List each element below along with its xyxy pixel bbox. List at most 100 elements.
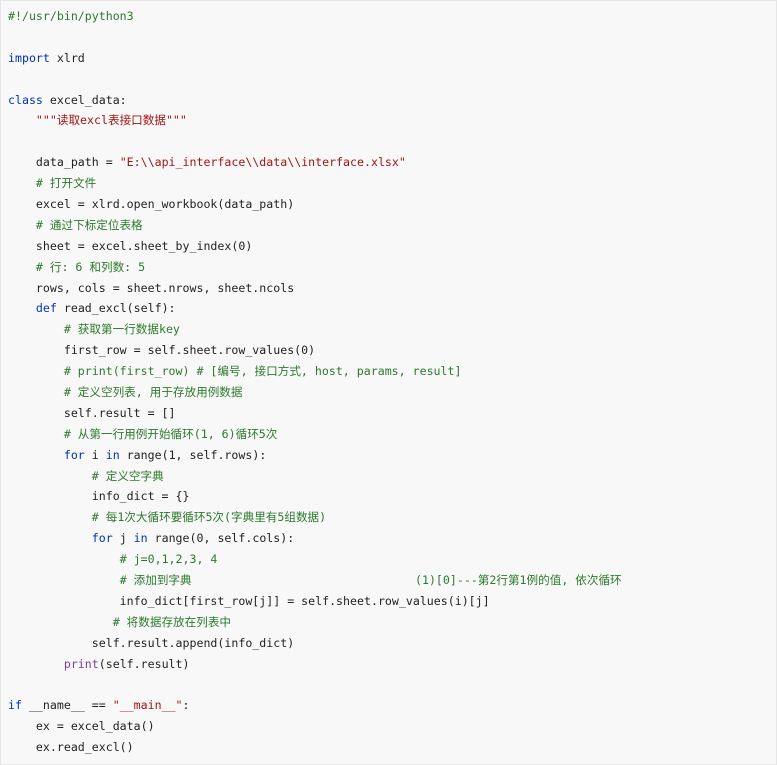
code-token: info_dict = {} bbox=[8, 489, 190, 504]
code-line: ex.read_excl() bbox=[8, 737, 776, 758]
code-token: # 定义空字典 bbox=[91, 468, 164, 483]
code-line: # 通过下标定位表格 bbox=[8, 215, 776, 236]
code-line: # j=0,1,2,3, 4 bbox=[8, 549, 776, 570]
code-line: info_dict = {} bbox=[8, 486, 776, 507]
code-line: for i in range(1, self.rows): bbox=[8, 445, 776, 466]
code-token: print bbox=[63, 656, 99, 671]
code-line: # 添加到字典 (1)[0]---第2行第1例的值, 依次循环 bbox=[8, 570, 776, 591]
code-token: for bbox=[91, 531, 113, 546]
code-line: # 从第一行用例开始循环(1, 6)循环5次 bbox=[8, 424, 776, 445]
code-line: # 获取第一行数据key bbox=[8, 319, 776, 340]
code-token: def bbox=[35, 301, 57, 316]
code-line: # 定义空字典 bbox=[8, 466, 776, 487]
code-token: # 将数据存放在列表中 bbox=[112, 614, 232, 629]
code-line: if __name__ == "__main__": bbox=[8, 695, 776, 716]
code-token: # 从第一行用例开始循环(1, 6)循环5次 bbox=[63, 426, 278, 441]
code-token: # 获取第一行数据key bbox=[63, 322, 180, 337]
code-token: read_excl(self): bbox=[56, 301, 176, 316]
code-line: # print(first_row) # [编号, 接口方式, host, pa… bbox=[8, 361, 776, 382]
code-token: excel = xlrd.open_workbook(data_path) bbox=[8, 197, 295, 212]
code-token: in bbox=[105, 447, 120, 462]
code-line: self.result.append(info_dict) bbox=[8, 633, 776, 654]
code-line: excel = xlrd.open_workbook(data_path) bbox=[8, 194, 776, 215]
code-line: #!/usr/bin/python3 bbox=[8, 6, 776, 27]
code-token: rows, cols = sheet.nrows, sheet.ncols bbox=[8, 280, 295, 295]
code-token: first_row = self.sheet.row_values(0) bbox=[8, 343, 316, 358]
code-line: # 每1次大循环要循环5次(字典里有5组数据) bbox=[8, 507, 776, 528]
code-token: self.result = [] bbox=[8, 405, 176, 420]
code-line: sheet = excel.sheet_by_index(0) bbox=[8, 236, 776, 257]
code-token: for bbox=[63, 447, 85, 462]
code-token: # j=0,1,2,3, 4 bbox=[119, 552, 218, 567]
code-line: # 定义空列表, 用于存放用例数据 bbox=[8, 382, 776, 403]
code-token: data_path = bbox=[8, 155, 120, 170]
code-token: ex.read_excl() bbox=[8, 740, 134, 755]
code-token: : bbox=[182, 698, 190, 713]
code-line: for j in range(0, self.cols): bbox=[8, 528, 776, 549]
code-line: first_row = self.sheet.row_values(0) bbox=[8, 340, 776, 361]
code-token: range(0, self.cols): bbox=[147, 531, 295, 546]
code-token: # 通过下标定位表格 bbox=[35, 217, 143, 232]
code-token: class bbox=[8, 92, 43, 107]
code-token: info_dict[first_row[j]] = self.sheet.row… bbox=[8, 593, 490, 608]
code-line: print(self.result) bbox=[8, 654, 776, 675]
code-line: # 打开文件 bbox=[8, 173, 776, 194]
code-token: """读取excl表接口数据""" bbox=[35, 113, 187, 128]
code-token: range(1, self.rows): bbox=[119, 447, 267, 462]
code-token: #!/usr/bin/python3 bbox=[8, 9, 134, 23]
code-token: # 打开文件 bbox=[35, 176, 97, 191]
code-token: self.result.append(info_dict) bbox=[8, 635, 295, 650]
code-token: excel_data: bbox=[42, 92, 127, 107]
code-token: if bbox=[8, 698, 22, 713]
code-line: def read_excl(self): bbox=[8, 298, 776, 319]
code-token: ex = excel_data() bbox=[8, 719, 155, 734]
code-token: j bbox=[112, 531, 134, 546]
code-line: """读取excl表接口数据""" bbox=[8, 110, 776, 131]
code-block: #!/usr/bin/python3 import xlrd class excel… bbox=[0, 0, 777, 765]
code-token: "__main__" bbox=[112, 698, 183, 713]
code-line: rows, cols = sheet.nrows, sheet.ncols bbox=[8, 278, 776, 299]
code-token: import bbox=[8, 50, 50, 65]
code-token: # 添加到字典 (1)[0]---第2行第1例的值, 依次循环 bbox=[119, 573, 622, 588]
code-token: "E:\\api_interface\\data\\interface.xlsx… bbox=[119, 155, 406, 170]
code-line: # 将数据存放在列表中 bbox=[8, 612, 776, 633]
code-token: __name__ == bbox=[21, 698, 113, 713]
code-token: sheet = excel.sheet_by_index(0) bbox=[8, 238, 253, 253]
code-token: (self.result) bbox=[98, 656, 190, 671]
code-line: ex = excel_data() bbox=[8, 716, 776, 737]
code-token: # 行: 6 和列数: 5 bbox=[35, 259, 146, 274]
code-line: data_path = "E:\\api_interface\\data\\in… bbox=[8, 152, 776, 173]
code-token: in bbox=[133, 531, 148, 546]
code-token: # 每1次大循环要循环5次(字典里有5组数据) bbox=[91, 510, 327, 525]
code-line: # 行: 6 和列数: 5 bbox=[8, 257, 776, 278]
code-line: self.result = [] bbox=[8, 403, 776, 424]
code-token: # 定义空列表, 用于存放用例数据 bbox=[63, 385, 243, 400]
code-line: class excel_data: bbox=[8, 90, 776, 111]
code-token: xlrd bbox=[49, 50, 85, 65]
code-line: import xlrd bbox=[8, 48, 776, 69]
code-token: i bbox=[84, 447, 106, 462]
code-line: info_dict[first_row[j]] = self.sheet.row… bbox=[8, 591, 776, 612]
code-token: # print(first_row) # [编号, 接口方式, host, pa… bbox=[63, 364, 462, 379]
